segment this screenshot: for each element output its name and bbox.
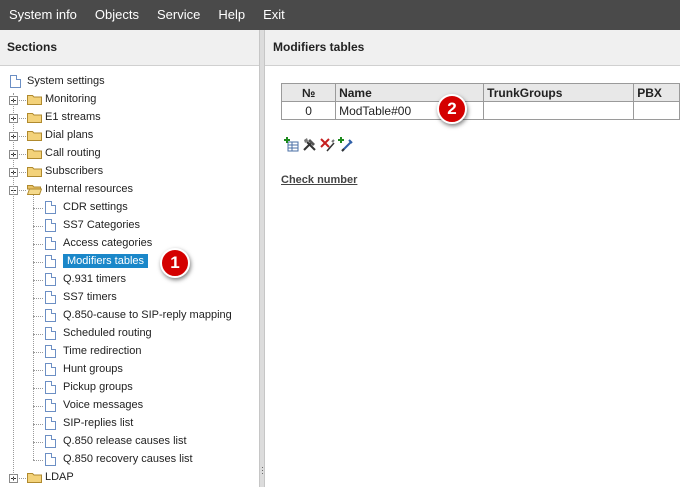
sidebar-item-q-850-recovery-causes-list[interactable]: Q.850 recovery causes list xyxy=(63,453,193,465)
sidebar-item-voice-messages[interactable]: Voice messages xyxy=(63,399,143,411)
menu-service[interactable]: Service xyxy=(148,0,209,30)
tree-folder-label[interactable]: Internal resources xyxy=(45,183,133,195)
tree-connector xyxy=(33,352,43,353)
delete-table-icon[interactable] xyxy=(320,137,335,152)
content-panel: Modifiers tables № Name TrunkGroups PBX … xyxy=(265,30,680,487)
sidebar-item-modifiers-tables[interactable]: Modifiers tables xyxy=(63,254,149,268)
column-header-trunkgroups[interactable]: TrunkGroups xyxy=(483,83,635,102)
folder-icon xyxy=(27,130,42,141)
edit-tools-icon[interactable] xyxy=(302,137,317,152)
tree-connector xyxy=(33,388,43,389)
tree-connector xyxy=(33,424,43,425)
folder-icon xyxy=(27,166,42,177)
sidebar-item-pickup-groups[interactable]: Pickup groups xyxy=(63,381,133,393)
table-toolbar xyxy=(284,137,353,152)
sidebar-item-q-850-cause-to-sip-reply-mapping[interactable]: Q.850-cause to SIP-reply mapping xyxy=(63,309,232,321)
menu-bar: System info Objects Service Help Exit xyxy=(0,0,680,30)
document-icon xyxy=(45,237,56,250)
copy-table-icon[interactable] xyxy=(338,137,353,152)
tree-connector xyxy=(33,244,43,245)
sidebar-item-q-931-timers[interactable]: Q.931 timers xyxy=(63,273,126,285)
menu-help[interactable]: Help xyxy=(209,0,254,30)
document-icon xyxy=(45,435,56,448)
document-icon xyxy=(45,345,56,358)
folder-icon xyxy=(27,94,42,105)
tree-folder-label[interactable]: Monitoring xyxy=(45,93,96,105)
sidebar-item-q-850-release-causes-list[interactable]: Q.850 release causes list xyxy=(63,435,187,447)
tree-folder-label[interactable]: E1 streams xyxy=(45,111,101,123)
folder-icon xyxy=(27,472,42,483)
tree-connector xyxy=(33,406,43,407)
page-title: Modifiers tables xyxy=(265,30,680,66)
sidebar-item-hunt-groups[interactable]: Hunt groups xyxy=(63,363,123,375)
tree-root-label[interactable]: System settings xyxy=(27,75,105,87)
document-icon xyxy=(45,363,56,376)
document-icon xyxy=(45,201,56,214)
document-icon xyxy=(45,399,56,412)
document-icon xyxy=(45,255,56,268)
tree-connector xyxy=(33,262,43,263)
callout-badge-1: 1 xyxy=(160,248,190,278)
column-header-pbx[interactable]: PBX xyxy=(633,83,680,102)
tree-connector xyxy=(33,442,43,443)
menu-exit[interactable]: Exit xyxy=(254,0,294,30)
tree-connector xyxy=(33,195,34,460)
document-icon xyxy=(45,453,56,466)
document-icon xyxy=(45,309,56,322)
cell-pbx[interactable] xyxy=(633,101,680,120)
menu-system-info[interactable]: System info xyxy=(0,0,86,30)
table-header-row: № Name TrunkGroups PBX xyxy=(280,83,680,102)
table-row[interactable]: 0 ModTable#00 xyxy=(280,101,680,120)
tree-connector xyxy=(13,93,14,481)
tree-connector xyxy=(33,208,43,209)
sidebar-item-time-redirection[interactable]: Time redirection xyxy=(63,345,141,357)
folder-icon xyxy=(27,112,42,123)
document-icon xyxy=(45,381,56,394)
sidebar-item-scheduled-routing[interactable]: Scheduled routing xyxy=(63,327,152,339)
document-icon xyxy=(45,273,56,286)
sidebar-item-ss7-categories[interactable]: SS7 Categories xyxy=(63,219,140,231)
cell-trunkgroups[interactable] xyxy=(483,101,635,120)
column-header-number[interactable]: № xyxy=(280,83,337,102)
tree-connector xyxy=(33,316,43,317)
tree-connector xyxy=(33,460,43,461)
tree-folder-label[interactable]: Dial plans xyxy=(45,129,93,141)
folder-icon xyxy=(27,148,42,159)
sidebar-item-ss7-timers[interactable]: SS7 timers xyxy=(63,291,117,303)
splitter-grip-icon[interactable]: · · · xyxy=(261,463,264,478)
tree-folder-label[interactable]: LDAP xyxy=(45,471,74,483)
modifiers-table: № Name TrunkGroups PBX 0 ModTable#00 xyxy=(280,83,680,120)
check-number-link[interactable]: Check number xyxy=(281,174,357,186)
add-table-icon[interactable] xyxy=(284,137,299,152)
tree-folder-label[interactable]: Subscribers xyxy=(45,165,103,177)
menu-objects[interactable]: Objects xyxy=(86,0,148,30)
sidebar-item-access-categories[interactable]: Access categories xyxy=(63,237,152,249)
tree-connector xyxy=(33,370,43,371)
document-icon xyxy=(45,327,56,340)
sidebar-item-cdr-settings[interactable]: CDR settings xyxy=(63,201,128,213)
tree-connector xyxy=(33,280,43,281)
sidebar-item-sip-replies-list[interactable]: SIP-replies list xyxy=(63,417,133,429)
cell-number[interactable]: 0 xyxy=(280,101,337,120)
tree-connector xyxy=(33,226,43,227)
sections-title: Sections xyxy=(0,30,259,66)
callout-badge-2: 2 xyxy=(437,94,467,124)
document-icon xyxy=(45,219,56,232)
tree-folder-label[interactable]: Call routing xyxy=(45,147,101,159)
open-folder-icon xyxy=(26,184,43,195)
tree-connector xyxy=(33,298,43,299)
sections-panel: Sections System settings Monitoring E1 str… xyxy=(0,30,260,487)
document-icon xyxy=(45,417,56,430)
tree-connector xyxy=(33,334,43,335)
document-icon xyxy=(45,291,56,304)
root-document-icon xyxy=(10,75,21,88)
